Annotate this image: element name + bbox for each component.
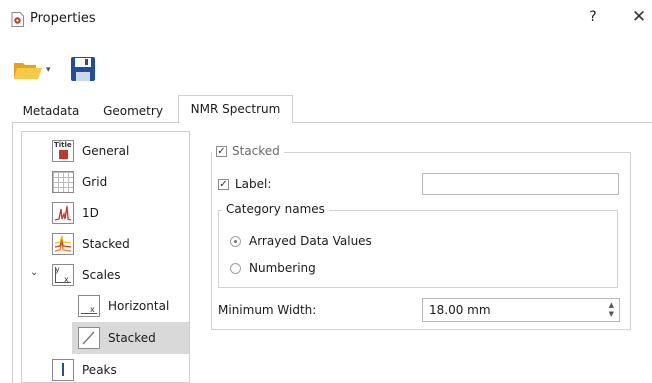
tab-metadata[interactable]: Metadata xyxy=(18,100,84,122)
label-checkbox[interactable]: ✓ xyxy=(218,178,229,190)
peaks-icon xyxy=(52,359,74,381)
option-arrayed-data-values[interactable]: Arrayed Data Values xyxy=(230,234,372,248)
min-width-label: Minimum Width: xyxy=(218,303,317,317)
horizontal-scale-icon: x xyxy=(78,295,100,317)
label-input[interactable] xyxy=(422,173,619,195)
tree-item-general[interactable]: Title General xyxy=(52,136,129,166)
radio-arrayed-data-values[interactable] xyxy=(230,235,241,247)
radio-label: Arrayed Data Values xyxy=(249,234,372,248)
tree-item-label: Scales xyxy=(82,268,121,282)
help-button[interactable]: ? xyxy=(585,9,601,25)
tree-item-label: 1D xyxy=(82,206,99,220)
grid-icon xyxy=(52,171,74,193)
settings-tree[interactable]: Title General Grid 1D Stacked ⌄ y x Scal… xyxy=(21,131,190,383)
tree-item-label: Grid xyxy=(82,175,108,189)
stacked-checkbox-label: Stacked xyxy=(232,144,280,158)
open-dropdown-icon[interactable]: ▾ xyxy=(46,65,51,75)
stacked-checkbox[interactable]: ✓ xyxy=(216,145,227,157)
tree-item-label: Stacked xyxy=(82,237,130,251)
label-row: ✓ Label: xyxy=(218,177,271,191)
tree-item-stacked-scale[interactable]: Stacked xyxy=(78,323,156,353)
stacked-scale-icon xyxy=(78,327,100,349)
spin-up-icon[interactable]: ▲ xyxy=(609,301,614,310)
spin-arrows[interactable]: ▲ ▼ xyxy=(609,301,614,319)
tree-item-horizontal[interactable]: x Horizontal xyxy=(78,291,169,321)
min-width-spinbox[interactable]: 18.00 mm ▲ ▼ xyxy=(422,298,620,322)
save-icon[interactable] xyxy=(70,56,96,82)
stacked-group-header: ✓ Stacked xyxy=(212,144,284,158)
label-checkbox-label: Label: xyxy=(235,177,272,191)
spin-down-icon[interactable]: ▼ xyxy=(609,310,614,319)
tree-item-label: Peaks xyxy=(82,363,117,377)
radio-label: Numbering xyxy=(249,261,316,275)
title-icon: Title xyxy=(52,140,74,162)
collapse-chevron-icon[interactable]: ⌄ xyxy=(30,267,38,278)
tree-item-grid[interactable]: Grid xyxy=(52,167,107,197)
option-numbering[interactable]: Numbering xyxy=(230,261,316,275)
spectrum-1d-icon xyxy=(52,202,74,224)
stacked-spectra-icon xyxy=(52,233,74,255)
title-bar: Properties ? ✕ xyxy=(0,0,652,40)
min-width-value: 18.00 mm xyxy=(429,303,491,317)
tree-item-label: Stacked xyxy=(108,331,156,345)
tree-item-label: Horizontal xyxy=(108,299,170,313)
close-button[interactable]: ✕ xyxy=(630,7,648,27)
tab-geometry[interactable]: Geometry xyxy=(98,100,168,122)
tree-item-peaks[interactable]: Peaks xyxy=(52,355,117,382)
tab-nmr-spectrum[interactable]: NMR Spectrum xyxy=(178,95,293,123)
tree-item-1d[interactable]: 1D xyxy=(52,198,99,228)
window-title: Properties xyxy=(30,11,96,26)
radio-numbering[interactable] xyxy=(230,262,241,274)
category-names-group xyxy=(218,210,618,288)
open-folder-icon[interactable] xyxy=(13,60,43,80)
category-names-title: Category names xyxy=(222,202,329,216)
app-icon xyxy=(11,12,24,27)
scales-icon: y x xyxy=(52,264,74,286)
tree-item-stacked[interactable]: Stacked xyxy=(52,229,130,259)
tree-item-scales[interactable]: y x Scales xyxy=(52,260,121,290)
tree-item-label: General xyxy=(82,144,130,158)
